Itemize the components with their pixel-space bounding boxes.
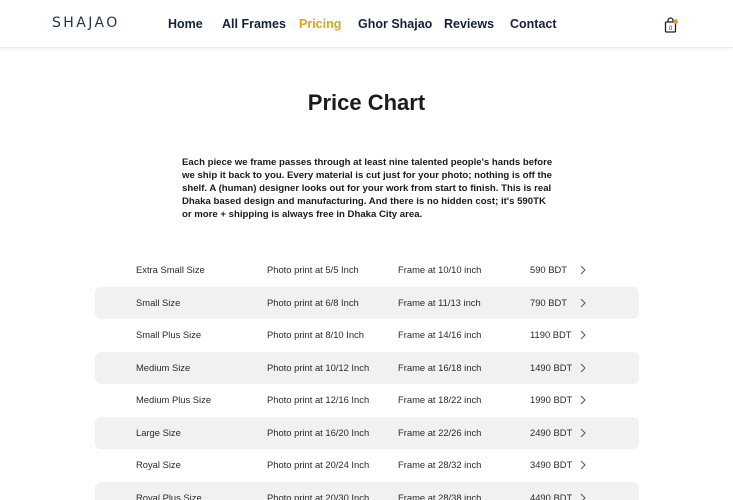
price: 1190 BDT [530, 329, 572, 340]
frame-size: Frame at 11/13 inch [398, 296, 481, 308]
price: 2490 BDT [530, 426, 573, 438]
price-table: Extra Small Size Photo print at 5/5 Inch… [95, 254, 639, 500]
size-name: Small Plus Size [136, 329, 202, 340]
nav-contact[interactable]: Contact [510, 17, 557, 31]
price-row[interactable]: Medium Size Photo print at 10/12 Inch Fr… [95, 351, 639, 384]
chevron-right-icon[interactable] [579, 428, 587, 438]
size-name: Royal Size [136, 459, 181, 470]
print-size: Photo print at 10/12 Inch [267, 361, 370, 373]
price-row[interactable]: Small Size Photo print at 6/8 Inch Frame… [95, 286, 639, 319]
svg-text:0: 0 [669, 26, 673, 32]
chevron-right-icon[interactable] [579, 460, 587, 470]
chevron-right-icon[interactable] [579, 363, 587, 373]
frame-size: Frame at 18/22 inch [398, 394, 482, 405]
price-row[interactable]: Large Size Photo print at 16/20 Inch Fra… [95, 416, 639, 449]
frame-size: Frame at 16/18 inch [398, 361, 482, 373]
price: 590 BDT [530, 264, 567, 275]
size-name: Royal Plus Size [136, 491, 202, 500]
frame-size: Frame at 10/10 inch [398, 264, 482, 275]
print-size: Photo print at 12/16 Inch [267, 394, 370, 405]
price-row[interactable]: Extra Small Size Photo print at 5/5 Inch… [95, 254, 639, 287]
price-row[interactable]: Medium Plus Size Photo print at 12/16 In… [95, 384, 639, 417]
price: 3490 BDT [530, 459, 573, 470]
nav-all-frames[interactable]: All Frames [222, 17, 286, 31]
intro-text: Each piece we frame passes through at le… [182, 157, 553, 220]
price: 1990 BDT [530, 394, 573, 405]
shopping-bag-icon[interactable]: 0 [664, 17, 678, 33]
frame-size: Frame at 28/38 inch [398, 491, 482, 500]
nav-home[interactable]: Home [168, 17, 203, 31]
size-name: Large Size [136, 426, 181, 438]
print-size: Photo print at 5/5 Inch [267, 264, 359, 275]
frame-size: Frame at 22/26 inch [398, 426, 482, 438]
main-nav: Home All Frames Pricing Ghor Shajao Revi… [0, 17, 733, 33]
size-name: Small Size [136, 296, 181, 308]
size-name: Medium Size [136, 361, 191, 373]
chevron-right-icon[interactable] [579, 298, 587, 308]
print-size: Photo print at 6/8 Inch [267, 296, 359, 308]
nav-ghor-shajao[interactable]: Ghor Shajao [358, 17, 432, 31]
price-row[interactable]: Royal Size Photo print at 20/24 Inch Fra… [95, 449, 639, 482]
site-header: SHAJAO Home All Frames Pricing Ghor Shaj… [0, 0, 733, 48]
size-name: Medium Plus Size [136, 394, 212, 405]
print-size: Photo print at 16/20 Inch [267, 426, 370, 438]
frame-size: Frame at 28/32 inch [398, 459, 482, 470]
print-size: Photo print at 20/24 Inch [267, 459, 370, 470]
nav-pricing[interactable]: Pricing [299, 17, 341, 31]
print-size: Photo print at 8/10 Inch [267, 329, 364, 340]
size-name: Extra Small Size [136, 264, 205, 275]
nav-reviews[interactable]: Reviews [444, 17, 494, 31]
chevron-right-icon[interactable] [579, 493, 587, 500]
price: 1490 BDT [530, 361, 573, 373]
price: 4490 BDT [530, 491, 573, 500]
chevron-right-icon[interactable] [579, 265, 587, 275]
chevron-right-icon[interactable] [579, 330, 587, 340]
print-size: Photo print at 20/30 Inch [267, 491, 370, 500]
price-row[interactable]: Small Plus Size Photo print at 8/10 Inch… [95, 319, 639, 352]
chevron-right-icon[interactable] [579, 395, 587, 405]
price-row[interactable]: Royal Plus Size Photo print at 20/30 Inc… [95, 481, 639, 500]
frame-size: Frame at 14/16 inch [398, 329, 482, 340]
price: 790 BDT [530, 296, 567, 308]
page-title: Price Chart [307, 90, 426, 115]
